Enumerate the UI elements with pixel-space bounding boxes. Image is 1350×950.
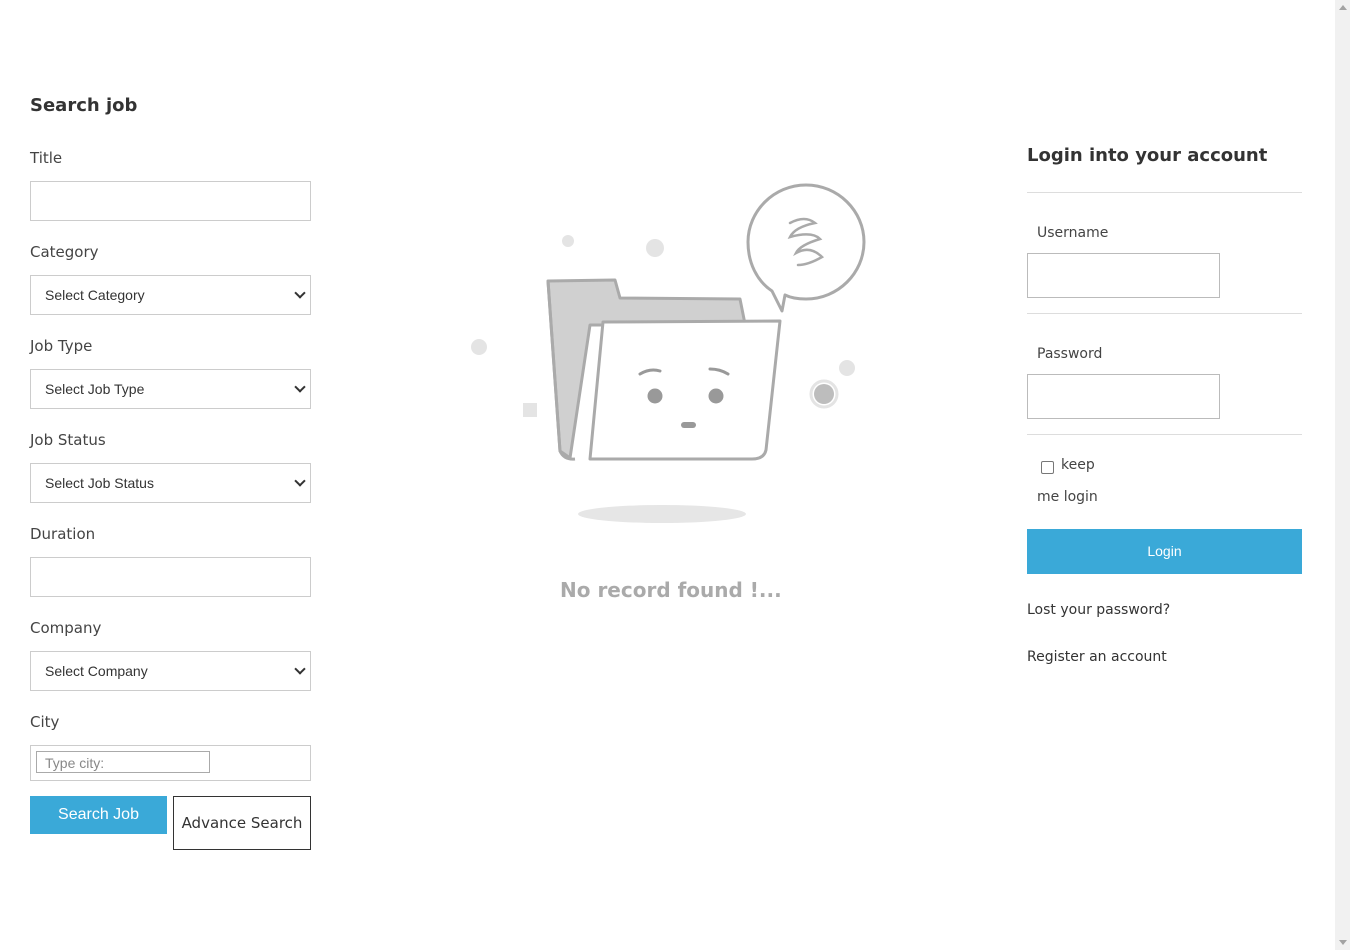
chevron-down-icon	[294, 475, 306, 487]
keep-login-label-cont: me login	[1037, 489, 1098, 505]
job-status-label: Job Status	[30, 431, 106, 449]
divider	[1027, 434, 1302, 435]
vertical-scrollbar[interactable]	[1335, 0, 1350, 950]
no-record-message: No record found !...	[560, 578, 782, 602]
chevron-down-icon	[294, 381, 306, 393]
title-label: Title	[30, 149, 63, 167]
chevron-down-icon	[294, 287, 306, 299]
chevron-down-icon	[294, 663, 306, 675]
scroll-down-icon[interactable]	[1339, 940, 1347, 945]
login-button[interactable]: Login	[1027, 529, 1302, 574]
empty-folder-illustration	[460, 175, 880, 535]
company-selected-value: Select Company	[45, 663, 148, 679]
search-job-button[interactable]: Search Job	[30, 796, 167, 834]
advance-search-button[interactable]: Advance Search	[173, 796, 311, 850]
divider	[1027, 192, 1302, 193]
job-status-select[interactable]: Select Job Status	[30, 463, 311, 503]
divider	[1027, 313, 1302, 314]
category-select[interactable]: Select Category	[30, 275, 311, 315]
password-input[interactable]	[1027, 374, 1220, 419]
keep-login-checkbox[interactable]	[1041, 461, 1054, 474]
city-placeholder: Type city:	[45, 755, 105, 771]
company-select[interactable]: Select Company	[30, 651, 311, 691]
username-input[interactable]	[1027, 253, 1220, 298]
login-heading: Login into your account	[1027, 145, 1268, 166]
register-link[interactable]: Register an account	[1027, 649, 1167, 665]
keep-login-label: keep	[1061, 457, 1095, 473]
duration-input[interactable]	[30, 557, 311, 597]
search-heading: Search job	[30, 95, 138, 116]
city-field: Type city:	[30, 745, 311, 781]
job-type-label: Job Type	[30, 337, 93, 355]
password-label: Password	[1037, 346, 1103, 362]
job-type-selected-value: Select Job Type	[45, 381, 145, 397]
duration-label: Duration	[30, 525, 96, 543]
lost-password-link[interactable]: Lost your password?	[1027, 602, 1170, 618]
job-status-selected-value: Select Job Status	[45, 475, 154, 491]
city-input[interactable]: Type city:	[36, 751, 210, 773]
username-label: Username	[1037, 225, 1109, 241]
company-label: Company	[30, 619, 102, 637]
category-selected-value: Select Category	[45, 287, 145, 303]
title-input[interactable]	[30, 181, 311, 221]
category-label: Category	[30, 243, 99, 261]
scroll-up-icon[interactable]	[1339, 5, 1347, 10]
city-label: City	[30, 713, 60, 731]
empty-folder-icon	[471, 183, 866, 523]
job-type-select[interactable]: Select Job Type	[30, 369, 311, 409]
